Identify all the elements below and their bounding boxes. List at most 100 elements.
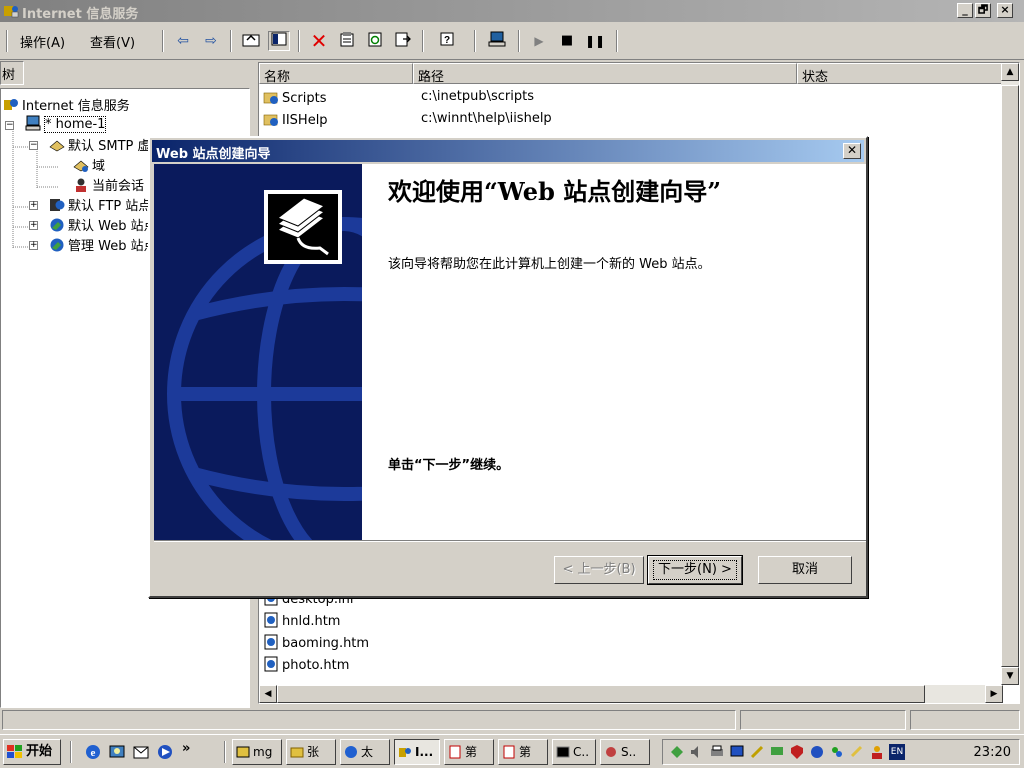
computer-icon[interactable]: [486, 31, 508, 51]
show-desktop-icon[interactable]: [108, 743, 126, 761]
tree-item-label: Internet 信息服务: [22, 99, 130, 114]
tree-item-iis[interactable]: Internet 信息服务: [3, 95, 130, 115]
system-tray: EN 23:20: [662, 739, 1020, 765]
close-button[interactable]: ×: [997, 3, 1013, 18]
toolbar-separator: [616, 30, 618, 52]
volume-icon[interactable]: [689, 744, 705, 760]
tree-header-label: 树: [2, 68, 16, 83]
main-title-bar[interactable]: Internet 信息服务 _ 🗗 ×: [0, 0, 1024, 22]
expand-icon[interactable]: +: [29, 241, 38, 250]
menu-view[interactable]: 查看(V): [90, 32, 135, 51]
task-button[interactable]: S..: [600, 739, 650, 765]
scroll-up-icon[interactable]: ▲: [1001, 63, 1019, 81]
menu-action[interactable]: 操作(A): [20, 32, 65, 51]
media-player-icon[interactable]: [156, 743, 174, 761]
column-header-path[interactable]: 路径: [413, 63, 797, 85]
tree-item-default-web[interactable]: 默认 Web 站点: [49, 215, 157, 235]
expand-icon[interactable]: +: [29, 221, 38, 230]
shield-icon[interactable]: [789, 744, 805, 760]
pause-icon[interactable]: ❚❚: [584, 31, 606, 51]
collapse-icon[interactable]: −: [29, 141, 38, 150]
properties-icon[interactable]: [336, 31, 358, 51]
virtual-directory-icon: [263, 114, 278, 126]
media-icon[interactable]: [809, 744, 825, 760]
folder-icon: [290, 747, 304, 758]
expand-icon[interactable]: +: [29, 201, 38, 210]
dialog-close-button[interactable]: ✕: [843, 143, 861, 159]
svg-text:?: ?: [444, 35, 450, 46]
network-icon[interactable]: [669, 744, 685, 760]
virtual-directory-icon: [263, 92, 278, 104]
start-button[interactable]: 开始: [3, 739, 61, 765]
tree-item-sessions[interactable]: 当前会话: [73, 175, 144, 195]
windows-logo-icon: [7, 745, 22, 758]
scroll-thumb[interactable]: [1001, 85, 1019, 667]
monitor-icon[interactable]: [729, 744, 745, 760]
column-header-name[interactable]: 名称: [259, 63, 413, 85]
export-list-icon[interactable]: [392, 31, 414, 51]
plug-icon[interactable]: [749, 744, 765, 760]
show-tree-icon[interactable]: [268, 31, 290, 51]
messenger-icon[interactable]: [829, 744, 845, 760]
refresh-icon[interactable]: [364, 31, 386, 51]
tree-item-ftp[interactable]: 默认 FTP 站点: [49, 195, 151, 215]
vertical-scrollbar[interactable]: ▲ ▼: [1001, 63, 1019, 685]
task-button[interactable]: C..: [552, 739, 596, 765]
forward-arrow-icon[interactable]: ⇨: [200, 31, 222, 51]
wizard-dialog[interactable]: Web 站点创建向导 ✕ 欢迎使用“Web 站点创建向导” 该向导将帮助您在此计…: [148, 136, 868, 598]
horizontal-scroll-thumb[interactable]: [277, 685, 925, 703]
back-arrow-icon[interactable]: ⇦: [172, 31, 194, 51]
image-app-icon: [236, 746, 250, 758]
task-button[interactable]: mg: [232, 739, 282, 765]
list-row[interactable]: hnld.htm: [263, 612, 340, 632]
task-button[interactable]: 第: [498, 739, 548, 765]
list-row[interactable]: baoming.htm: [263, 634, 369, 654]
scroll-down-icon[interactable]: ▼: [1001, 667, 1019, 685]
stop-icon[interactable]: ■: [556, 31, 578, 51]
column-header-status[interactable]: 状态: [797, 63, 1003, 85]
task-label: 张: [307, 745, 320, 759]
printer-icon[interactable]: [709, 744, 725, 760]
smtp-server-icon: [49, 140, 65, 152]
toolbar-separator: [230, 30, 232, 52]
task-button[interactable]: 太: [340, 739, 390, 765]
next-button[interactable]: 下一步(N) >: [647, 555, 743, 585]
task-button[interactable]: 张: [286, 739, 336, 765]
tool-icon[interactable]: [849, 744, 865, 760]
ie-icon[interactable]: e: [84, 743, 102, 761]
scroll-right-icon[interactable]: ▶: [985, 685, 1003, 703]
outlook-icon[interactable]: [132, 743, 150, 761]
clock[interactable]: 23:20: [974, 745, 1011, 760]
chat-icon[interactable]: [769, 744, 785, 760]
delete-icon[interactable]: ✕: [308, 31, 330, 51]
list-row[interactable]: IISHelp c:\winnt\help\iishelp: [263, 111, 552, 131]
list-row[interactable]: photo.htm: [263, 656, 349, 676]
back-button[interactable]: < 上一步(B): [554, 556, 644, 584]
dialog-title-bar[interactable]: Web 站点创建向导 ✕: [152, 140, 864, 162]
tree-item-admin-web[interactable]: 管理 Web 站点: [49, 235, 157, 255]
help-icon[interactable]: ?: [436, 31, 458, 51]
tree-item-home-1[interactable]: * home-1: [25, 115, 107, 135]
tree-item-domain[interactable]: 域: [73, 155, 105, 175]
task-button[interactable]: 第: [444, 739, 494, 765]
server-computer-icon: [25, 115, 41, 131]
welcome-description: 该向导将帮助您在此计算机上创建一个新的 Web 站点。: [388, 257, 711, 272]
status-cell-main: [2, 710, 736, 730]
scroll-left-icon[interactable]: ◀: [259, 685, 277, 703]
tree-item-label: * home-1: [44, 116, 107, 133]
up-folder-icon[interactable]: [240, 31, 262, 51]
task-button-active[interactable]: I...: [394, 739, 440, 765]
web-site-globe-icon: [50, 238, 64, 252]
quicklaunch-chevron-icon[interactable]: »: [182, 741, 190, 756]
user-icon[interactable]: [869, 744, 885, 760]
toolbar-separator: [474, 30, 476, 52]
collapse-icon[interactable]: −: [5, 121, 14, 130]
focus-rect: [653, 560, 737, 580]
list-row[interactable]: Scripts c:\inetpub\scripts: [263, 89, 534, 109]
start-icon[interactable]: ▶: [528, 31, 550, 51]
cancel-button[interactable]: 取消: [758, 556, 852, 584]
maximize-button[interactable]: 🗗: [975, 3, 991, 18]
horizontal-scrollbar[interactable]: ◀ ▶: [259, 685, 1003, 703]
minimize-button[interactable]: _: [957, 3, 973, 18]
language-indicator[interactable]: EN: [889, 744, 905, 760]
